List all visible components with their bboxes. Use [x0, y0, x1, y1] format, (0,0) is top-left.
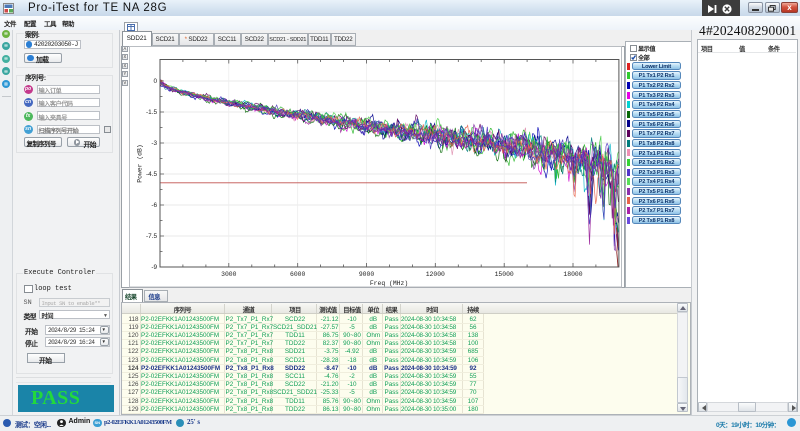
svg-text:-6: -6: [151, 202, 157, 209]
svg-text:-7.5: -7.5: [146, 233, 157, 240]
svg-text:Freq (MHz): Freq (MHz): [370, 280, 408, 287]
svg-text:-9: -9: [151, 264, 157, 271]
svg-text:18000: 18000: [563, 271, 582, 278]
svg-text:6000: 6000: [290, 271, 306, 278]
svg-text:-1.5: -1.5: [146, 109, 157, 116]
svg-text:-4.5: -4.5: [146, 171, 157, 178]
svg-text:3000: 3000: [221, 271, 237, 278]
svg-text:12000: 12000: [426, 271, 445, 278]
svg-text:0: 0: [153, 78, 157, 85]
svg-text:9000: 9000: [359, 271, 375, 278]
svg-text:Power (dB): Power (dB): [137, 144, 144, 182]
svg-text:-3: -3: [151, 140, 157, 147]
svg-text:15000: 15000: [495, 271, 514, 278]
